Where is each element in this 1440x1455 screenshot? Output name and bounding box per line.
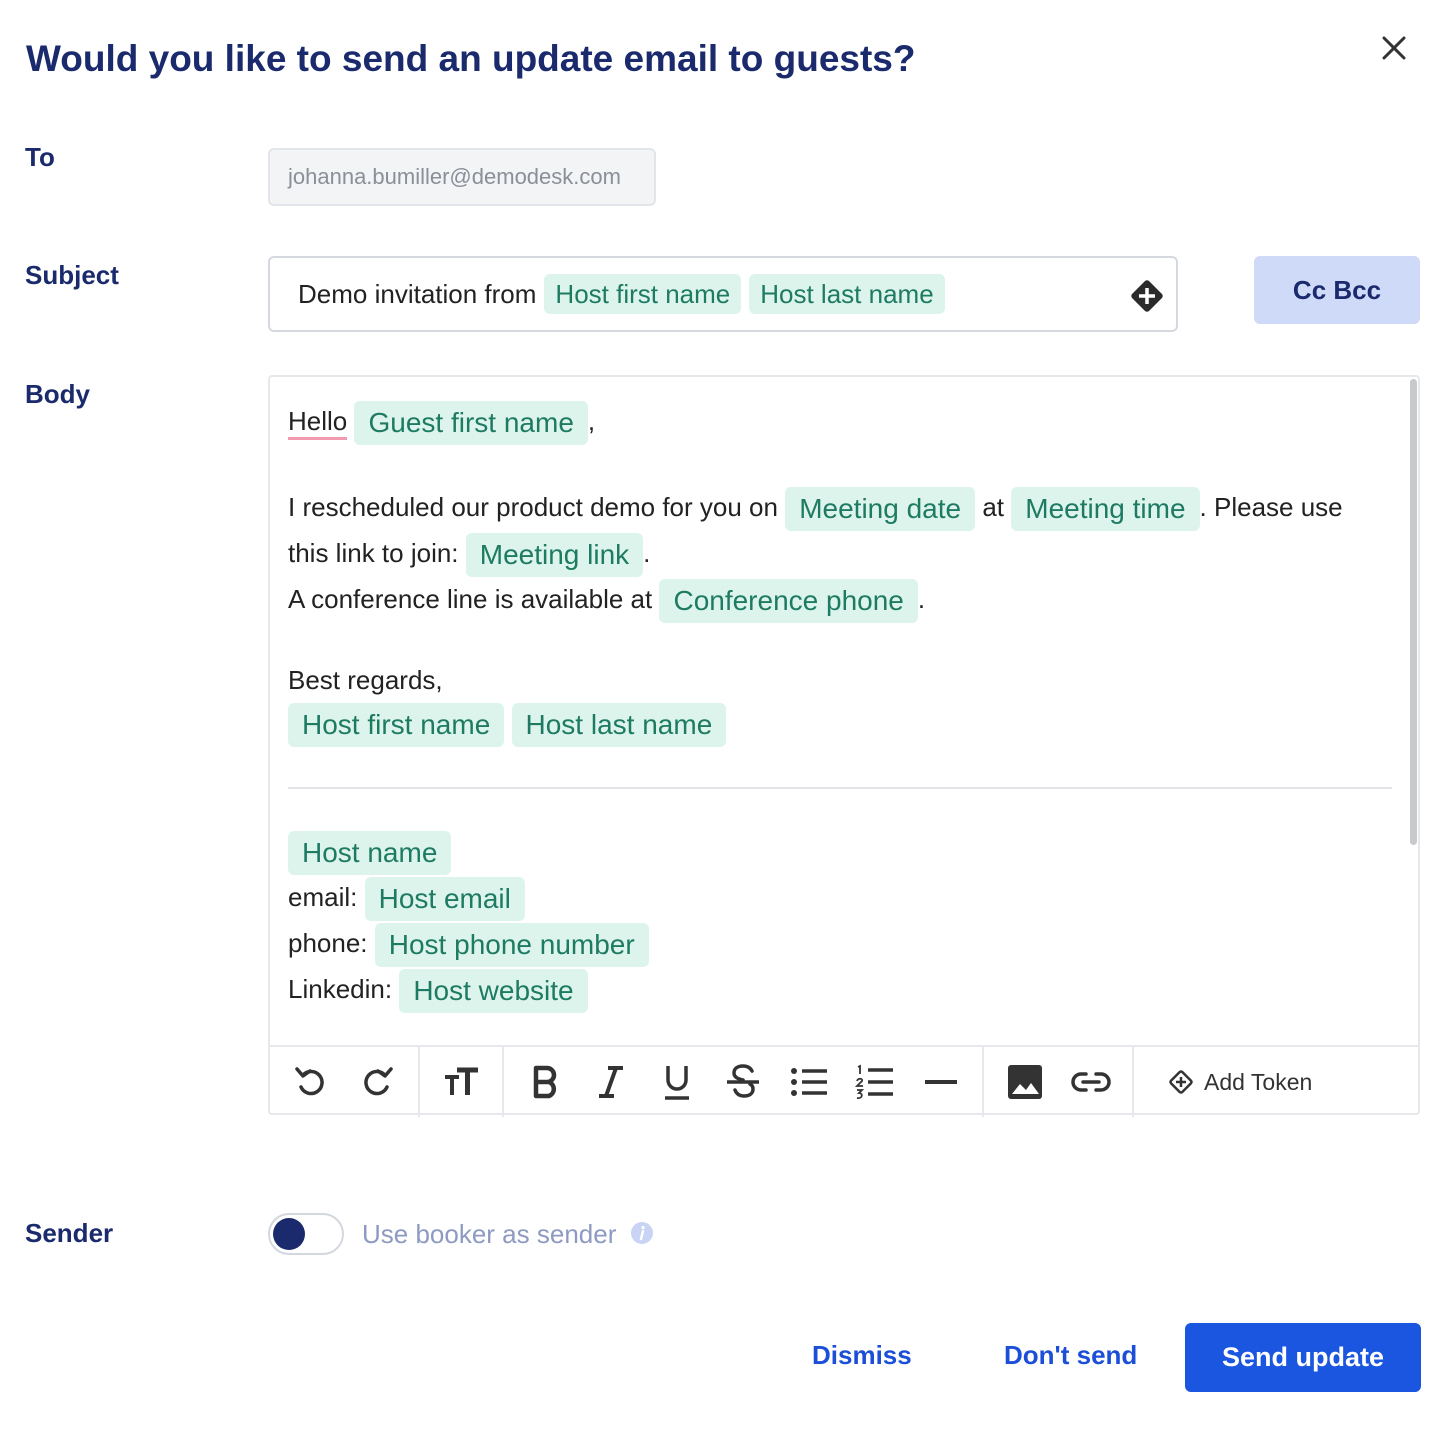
token-meeting-link[interactable]: Meeting link <box>465 533 644 577</box>
editor-scrollbar[interactable] <box>1410 379 1417 845</box>
signature-name-line: Host first name Host last name <box>288 703 727 747</box>
to-field[interactable]: johanna.bumiller@demodesk.com <box>268 148 656 206</box>
please-use-text: . Please use <box>1199 491 1343 522</box>
subject-text: Demo invitation from <box>298 278 537 309</box>
text-size-group <box>420 1047 504 1117</box>
phone-line: phone: Host phone number <box>288 923 649 967</box>
join-link-line: this link to join: Meeting link. <box>288 533 650 577</box>
use-booker-toggle[interactable] <box>268 1213 344 1255</box>
host-name-line: Host name <box>288 831 452 875</box>
editor-content[interactable]: Hello Guest first name, I rescheduled ou… <box>288 391 1398 1046</box>
token-host-email[interactable]: Host email <box>364 877 525 921</box>
join-end: . <box>643 537 651 568</box>
add-token-button[interactable]: Add Token <box>1168 1047 1312 1117</box>
linkedin-label: Linkedin: <box>288 973 393 1004</box>
conference-text: A conference line is available at <box>288 583 653 614</box>
token-host-first-name[interactable]: Host first name <box>288 703 505 747</box>
editor-toolbar: Add Token <box>270 1045 1418 1117</box>
cc-bcc-button[interactable]: Cc Bcc <box>1254 256 1420 324</box>
link-icon <box>1071 1072 1111 1092</box>
numbered-list-icon <box>855 1064 893 1099</box>
subject-token-host-last-name[interactable]: Host last name <box>749 274 945 314</box>
dismiss-button[interactable]: Dismiss <box>812 1340 912 1371</box>
token-guest-first-name[interactable]: Guest first name <box>354 401 588 445</box>
text-size-icon <box>445 1067 478 1095</box>
phone-label: phone: <box>288 927 368 958</box>
token-diamond-icon <box>1131 280 1163 312</box>
token-host-phone-number[interactable]: Host phone number <box>374 923 649 967</box>
linkedin-line: Linkedin: Host website <box>288 969 588 1013</box>
link-button[interactable] <box>1065 1052 1117 1112</box>
add-token-icon <box>1169 1070 1193 1094</box>
undo-icon <box>295 1067 324 1096</box>
redo-icon <box>364 1067 393 1096</box>
token-meeting-date[interactable]: Meeting date <box>785 487 976 531</box>
email-line: email: Host email <box>288 877 525 921</box>
italic-icon <box>599 1066 623 1098</box>
add-token-label: Add Token <box>1204 1068 1313 1095</box>
reschedule-text: I rescheduled our product demo for you o… <box>288 491 778 522</box>
horizontal-rule-button[interactable] <box>915 1052 967 1112</box>
token-host-last-name[interactable]: Host last name <box>511 703 727 747</box>
redo-button[interactable] <box>351 1052 403 1112</box>
insert-group <box>984 1047 1134 1117</box>
regards-line: Best regards, <box>288 665 443 695</box>
info-icon[interactable] <box>630 1221 654 1245</box>
underline-button[interactable] <box>651 1052 703 1112</box>
subject-label: Subject <box>25 260 119 290</box>
token-host-website[interactable]: Host website <box>399 969 588 1013</box>
strikethrough-button[interactable] <box>717 1052 769 1112</box>
formatting-group <box>504 1047 984 1117</box>
dialog-title: Would you like to send an update email t… <box>26 38 916 79</box>
underline-icon <box>665 1066 689 1100</box>
subject-add-token-button[interactable] <box>1128 277 1166 315</box>
horizontal-rule-icon <box>925 1080 957 1084</box>
greeting-line: Hello Guest first name, <box>288 401 595 445</box>
subject-input[interactable]: Demo invitation from Host first name Hos… <box>268 256 1178 332</box>
dont-send-button[interactable]: Don't send <box>1004 1340 1137 1371</box>
token-meeting-time[interactable]: Meeting time <box>1011 487 1200 531</box>
numbered-list-button[interactable] <box>849 1052 901 1112</box>
email-label: email: <box>288 881 358 912</box>
conference-end: . <box>917 583 926 614</box>
greeting-end: , <box>587 405 596 436</box>
toggle-knob <box>273 1218 305 1250</box>
text-size-button[interactable] <box>435 1052 487 1112</box>
undo-button[interactable] <box>285 1052 337 1112</box>
horizontal-rule <box>288 787 1392 789</box>
sender-label: Sender <box>25 1218 114 1248</box>
to-label: To <box>25 142 55 172</box>
use-booker-label: Use booker as sender <box>362 1219 617 1249</box>
conference-line: A conference line is available at Confer… <box>288 579 925 623</box>
token-conference-phone[interactable]: Conference phone <box>659 579 918 623</box>
close-icon <box>1382 36 1406 60</box>
close-button[interactable] <box>1376 30 1412 66</box>
image-button[interactable] <box>999 1052 1051 1112</box>
subject-token-host-first-name[interactable]: Host first name <box>544 274 742 314</box>
reschedule-line: I rescheduled our product demo for you o… <box>288 487 1343 531</box>
join-text: this link to join: <box>288 537 459 568</box>
bold-button[interactable] <box>519 1052 571 1112</box>
send-update-button[interactable]: Send update <box>1185 1323 1421 1392</box>
greeting-text: Hello <box>288 405 348 440</box>
body-editor[interactable]: Hello Guest first name, I rescheduled ou… <box>268 375 1420 1117</box>
strikethrough-icon <box>727 1064 759 1098</box>
history-group <box>270 1047 420 1117</box>
image-icon <box>1008 1065 1042 1099</box>
bullet-list-button[interactable] <box>783 1052 835 1112</box>
body-label: Body <box>25 379 90 409</box>
italic-button[interactable] <box>585 1052 637 1112</box>
at-text: at <box>982 491 1005 522</box>
bullet-list-icon <box>791 1068 827 1096</box>
token-host-name[interactable]: Host name <box>288 831 452 875</box>
bold-icon <box>533 1065 557 1099</box>
